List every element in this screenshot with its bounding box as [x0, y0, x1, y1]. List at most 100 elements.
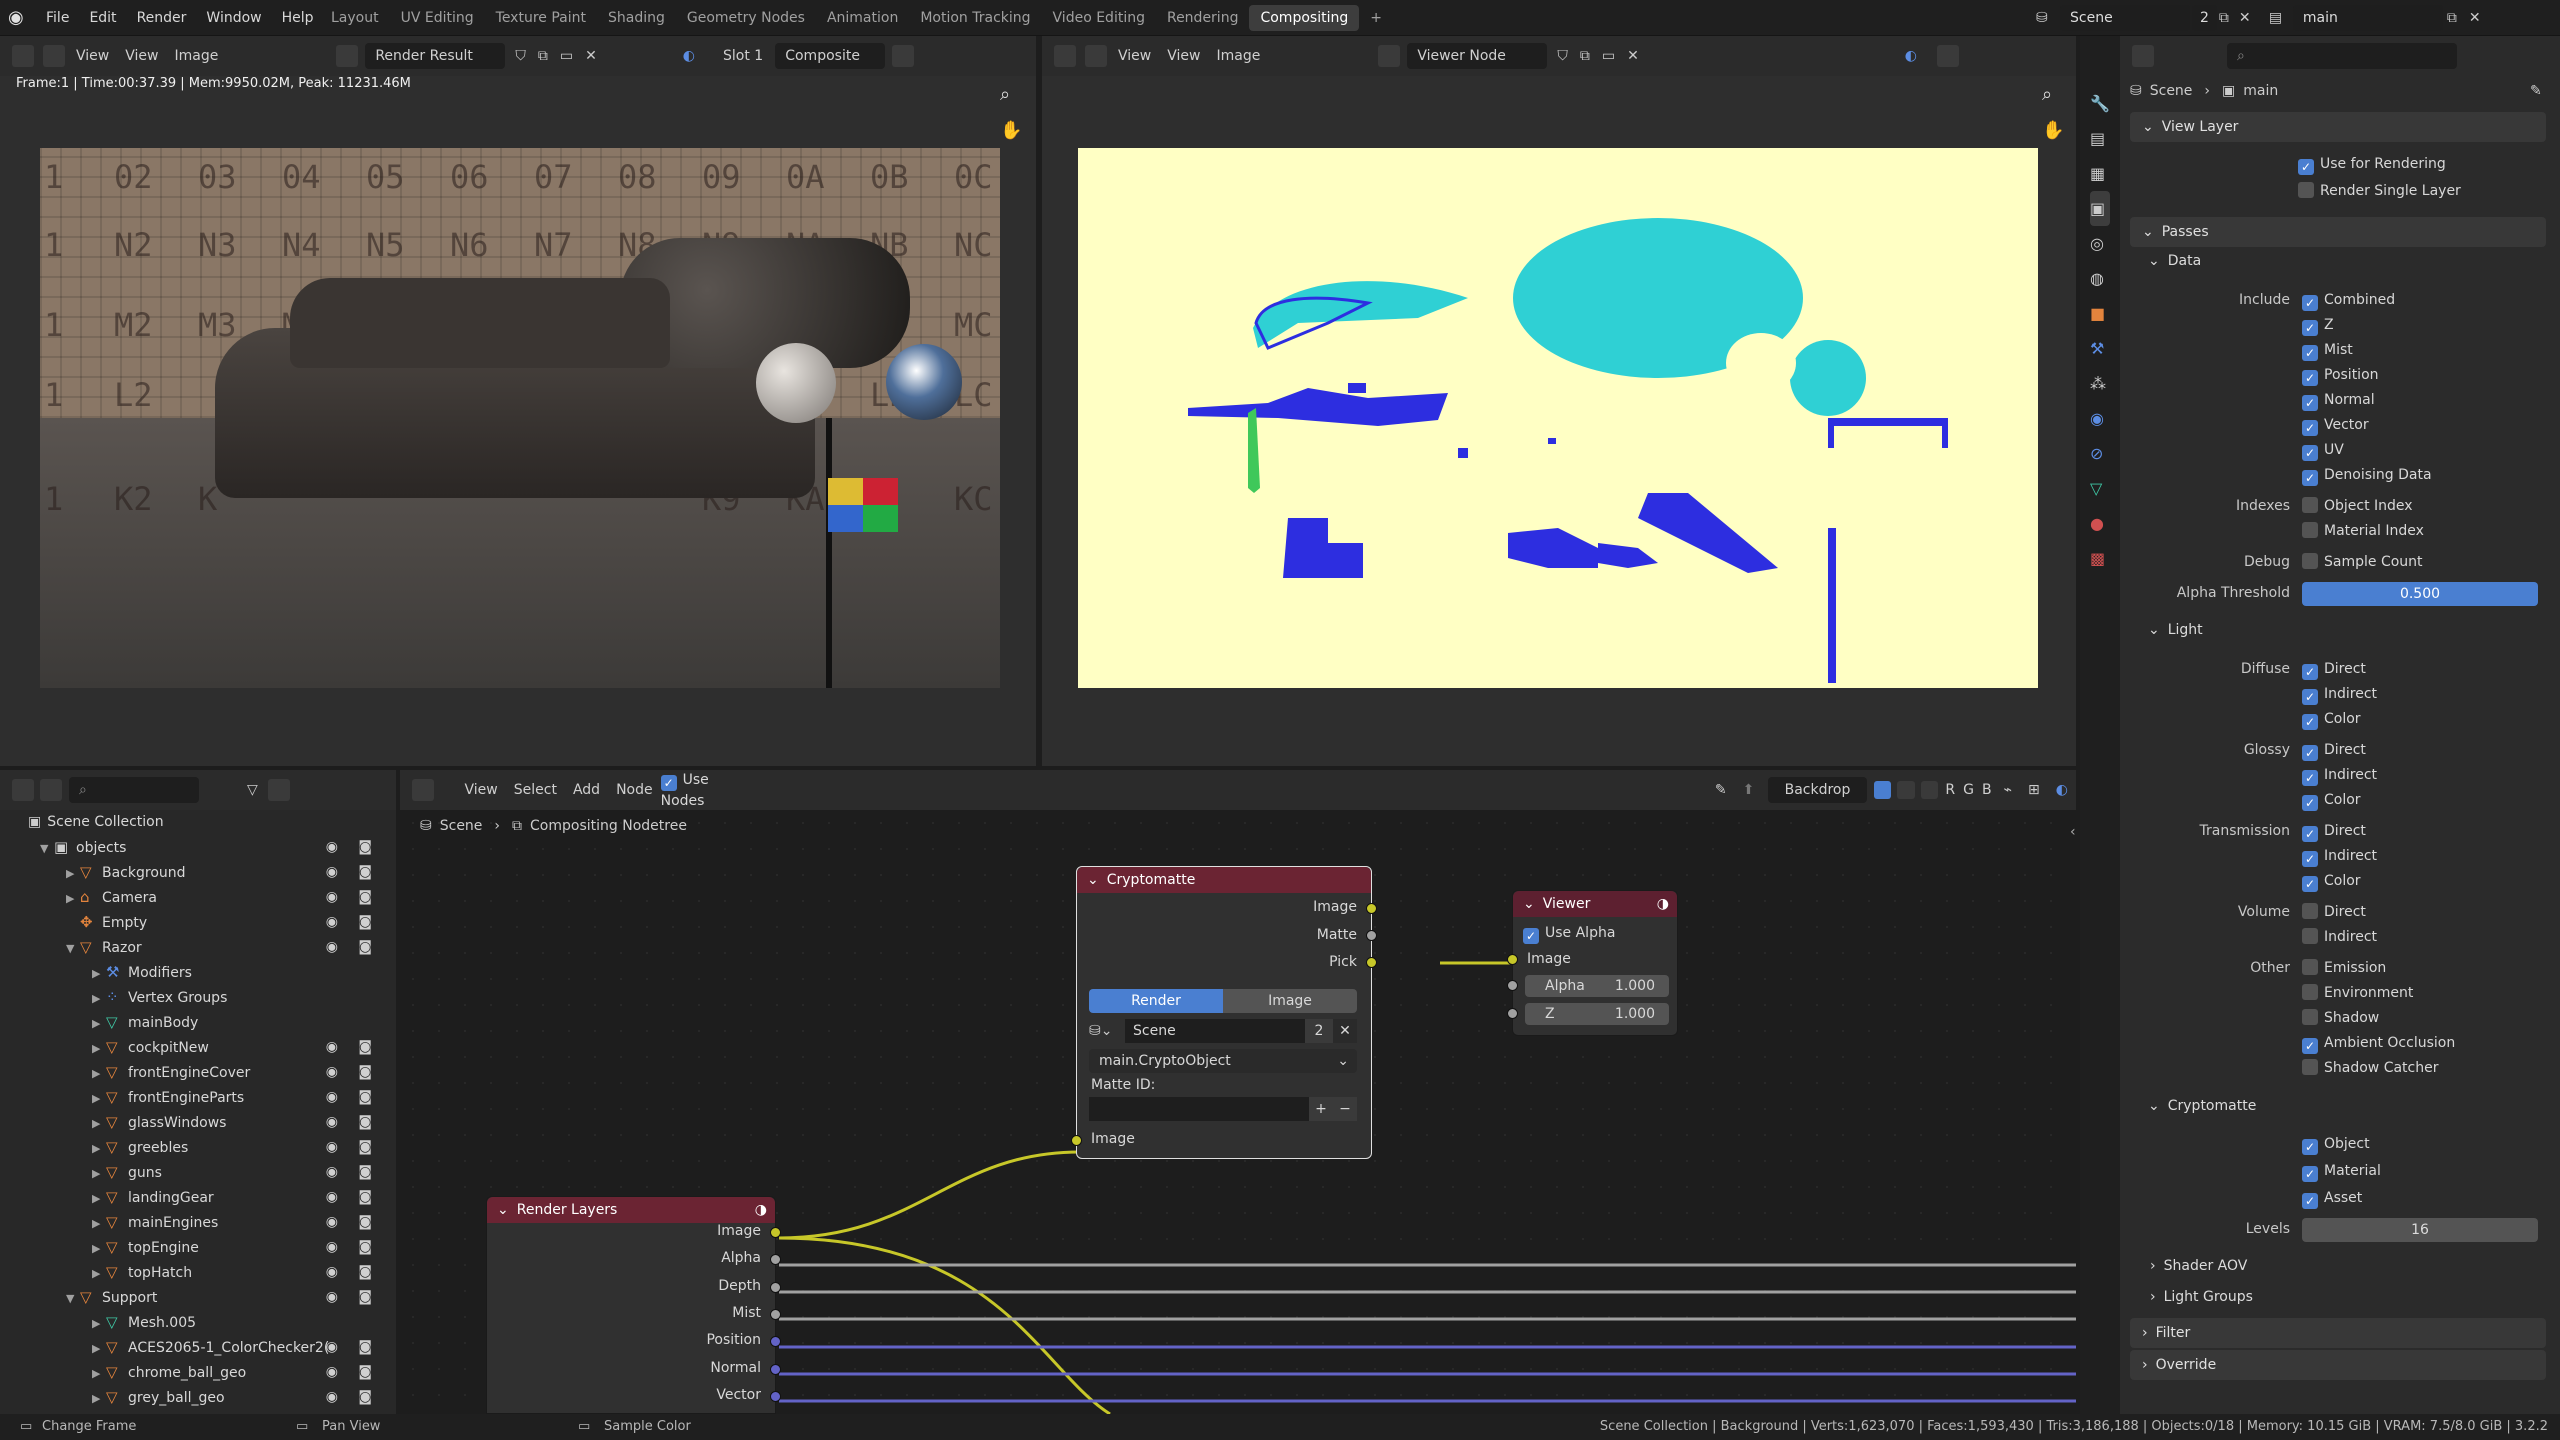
levels-field[interactable]: 16 [2302, 1218, 2538, 1242]
unlink-image-icon[interactable]: ✕ [585, 48, 597, 64]
crypto-out-pick-socket[interactable] [1366, 957, 1377, 968]
expand-toggle-icon[interactable]: ▶ [92, 1061, 106, 1086]
glossy-color-checkbox[interactable]: Color [2302, 790, 2361, 811]
glossy-direct-checkbox[interactable]: Direct [2302, 740, 2366, 761]
new-collection-icon[interactable] [267, 779, 290, 801]
override-panel-header[interactable]: › Override [2130, 1350, 2546, 1380]
light-subpanel-header[interactable]: ⌄ Light [2148, 622, 2203, 638]
crypto-object-checkbox[interactable]: Object [2302, 1134, 2370, 1155]
visibility-toggles-icon[interactable]: ◉ ◙ [326, 885, 380, 910]
right-image-canvas[interactable]: ⌕ ✋ [1042, 76, 2076, 766]
outliner-row[interactable]: ▶ ▽ greebles ◉ ◙ [0, 1135, 392, 1160]
data-tab-icon[interactable]: ▽ [2090, 471, 2110, 506]
new-view-layer-icon[interactable]: ⧉ [2447, 10, 2469, 26]
visibility-toggles-icon[interactable]: ◉ ◙ [326, 860, 380, 885]
visibility-toggles-icon[interactable]: ◉ ◙ [326, 1110, 380, 1135]
viewer-z-field[interactable]: Z 1.000 [1525, 1003, 1669, 1025]
expand-toggle-icon[interactable]: ▶ [92, 1161, 106, 1186]
tab-geometry-nodes[interactable]: Geometry Nodes [676, 5, 816, 31]
overlay-icon-right[interactable]: ◐ [1905, 48, 1917, 64]
material-index-checkbox[interactable]: Material Index [2302, 521, 2424, 541]
backdrop-b[interactable]: B [1978, 777, 1996, 803]
filter-icon[interactable]: ▽ [247, 782, 258, 798]
expand-toggle-icon[interactable]: ▼ [66, 936, 80, 961]
expand-toggle-icon[interactable]: ▶ [92, 986, 106, 1011]
outliner-row[interactable]: ▶ ▽ glassWindows ◉ ◙ [0, 1110, 392, 1135]
render-single-layer-checkbox[interactable]: Render Single Layer [2298, 181, 2461, 201]
use-nodes-checkbox[interactable]: Use Nodes [660, 770, 755, 811]
properties-search-input[interactable]: ⌕ [2227, 43, 2457, 69]
visibility-toggles-icon[interactable]: ◉ ◙ [326, 1335, 380, 1360]
object-index-checkbox[interactable]: Object Index [2302, 496, 2413, 516]
backdrop-rgba-icon[interactable] [1897, 781, 1915, 799]
modifier-tab-icon[interactable]: ⚒ [2090, 331, 2110, 366]
cryptomatte-subpanel-header[interactable]: ⌄ Cryptomatte [2148, 1098, 2256, 1114]
menu-view-2[interactable]: View [117, 43, 166, 69]
viewer-active-icon[interactable]: ◑ [1657, 891, 1669, 917]
fake-user-icon-right[interactable]: ⛉ [1557, 48, 1568, 64]
pass-combined-checkbox[interactable]: Combined [2302, 290, 2395, 311]
use-alpha-checkbox[interactable]: Use Alpha [1523, 923, 1615, 944]
object-tab-icon[interactable]: ■ [2090, 296, 2110, 331]
diffuse-color-checkbox[interactable]: Color [2302, 709, 2361, 730]
node-editor-type-icon[interactable] [412, 779, 434, 801]
pin-props-icon[interactable]: ✎ [2530, 83, 2542, 99]
tab-motion-tracking[interactable]: Motion Tracking [909, 5, 1041, 31]
expand-toggle-icon[interactable]: ▶ [92, 1011, 106, 1036]
crypto-asset-checkbox[interactable]: Asset [2302, 1188, 2362, 1209]
visibility-toggles-icon[interactable]: ◉ ◙ [326, 1360, 380, 1385]
editor-type-icon-right[interactable] [1054, 45, 1076, 67]
backdrop-g[interactable]: G [1959, 777, 1978, 803]
pass-denoising-checkbox[interactable]: Denoising Data [2302, 465, 2432, 486]
transmission-indirect-checkbox[interactable]: Indirect [2302, 846, 2377, 867]
viewer-alpha-field[interactable]: Alpha 1.000 [1525, 975, 1669, 997]
tab-shading[interactable]: Shading [597, 5, 676, 31]
output-tab-icon[interactable]: ▦ [2090, 156, 2110, 191]
transmission-direct-checkbox[interactable]: Direct [2302, 821, 2366, 842]
outliner-row[interactable]: ▶ ▽ frontEngineParts ◉ ◙ [0, 1085, 392, 1110]
visibility-toggles-icon[interactable]: ◉ ◙ [326, 1085, 380, 1110]
editor-type-icon[interactable] [12, 45, 34, 67]
shadow-catcher-checkbox[interactable]: Shadow Catcher [2302, 1058, 2438, 1078]
slot-selector[interactable]: Slot 1 [715, 43, 771, 69]
scene-collection-row[interactable]: ▣ Scene Collection [0, 810, 392, 835]
outliner-editor-icon[interactable] [12, 779, 34, 801]
render-layers-output-socket[interactable] [770, 1390, 781, 1402]
outliner-row[interactable]: ▼ ▽ Support ◉ ◙ [0, 1285, 392, 1310]
properties-editor-icon[interactable] [2132, 45, 2154, 67]
render-layers-output-socket[interactable] [770, 1281, 781, 1293]
node-menu-select[interactable]: Select [506, 777, 565, 803]
menu-image-right[interactable]: Image [1208, 43, 1268, 69]
shadow-checkbox[interactable]: Shadow [2302, 1008, 2379, 1028]
shader-aov-subpanel[interactable]: › Shader AOV [2150, 1258, 2247, 1274]
crypto-tab-image[interactable]: Image [1223, 989, 1357, 1013]
expand-toggle-icon[interactable]: ▶ [92, 1211, 106, 1236]
outliner-row[interactable]: ▼ ▣ objects ◉ ◙ [0, 835, 392, 860]
crypto-add-icon[interactable]: + [1309, 1097, 1333, 1121]
physics-tab-icon[interactable]: ◉ [2090, 401, 2110, 436]
backdrop-r[interactable]: R [1941, 777, 1959, 803]
expand-toggle-icon[interactable]: ▶ [92, 1111, 106, 1136]
expand-toggle-icon[interactable]: ▶ [92, 1336, 106, 1361]
outliner-row[interactable]: ▶ ▽ chrome_ball_geo ◉ ◙ [0, 1360, 392, 1385]
display-channels-icon[interactable] [892, 45, 915, 67]
outliner-row[interactable]: ▶ ▽ cockpitNew ◉ ◙ [0, 1035, 392, 1060]
crypto-tab-render[interactable]: Render [1089, 989, 1223, 1013]
expand-toggle-icon[interactable]: ▼ [40, 836, 54, 861]
outliner-row[interactable]: ▶ ▽ guns ◉ ◙ [0, 1160, 392, 1185]
tab-animation[interactable]: Animation [816, 5, 909, 31]
blender-logo-icon[interactable]: ◉ [8, 0, 36, 36]
render-tab-icon[interactable]: ▤ [2090, 121, 2110, 156]
display-mode-icon[interactable] [40, 779, 62, 801]
open-image-icon[interactable]: ▭ [560, 48, 573, 64]
transmission-color-checkbox[interactable]: Color [2302, 871, 2361, 892]
image-browse-icon-right[interactable] [1378, 45, 1401, 67]
outliner-row[interactable]: ▼ ▽ Razor ◉ ◙ [0, 935, 392, 960]
viewer-image-name[interactable]: Viewer Node [1407, 43, 1548, 69]
glossy-indirect-checkbox[interactable]: Indirect [2302, 765, 2377, 786]
pass-z-checkbox[interactable]: Z [2302, 315, 2334, 336]
expand-toggle-icon[interactable]: ▶ [92, 1236, 106, 1261]
tab-compositing[interactable]: Compositing [1249, 5, 1360, 31]
pass-mist-checkbox[interactable]: Mist [2302, 340, 2353, 361]
viewer-in-image-socket[interactable] [1507, 954, 1518, 965]
